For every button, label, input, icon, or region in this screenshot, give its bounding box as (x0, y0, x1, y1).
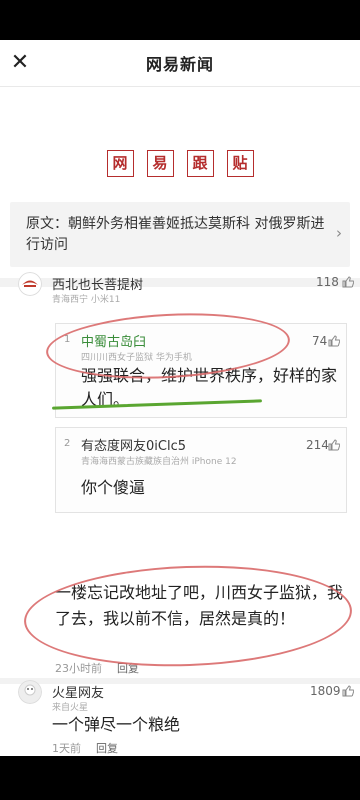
nested-like-count: 214 (306, 438, 329, 452)
user-location-device: 青海西宁 小米11 (52, 295, 121, 305)
comment: 火星网友 来自火星 1809 一个弹尽一个粮绝 1天前 回复 (0, 640, 360, 756)
top-nav: ✕ 网易新闻 (0, 40, 360, 87)
avatar[interactable] (18, 272, 42, 296)
thumb-up-icon[interactable] (342, 276, 354, 288)
thumb-up-icon[interactable] (328, 335, 340, 347)
close-icon[interactable]: ✕ (8, 51, 32, 75)
reply-button[interactable]: 回复 (96, 740, 118, 756)
nested-username[interactable]: 有态度网友0iClc5 (81, 435, 186, 454)
nested-like-count: 74 (312, 334, 328, 348)
nested-comment: 2 有态度网友0iClc5 青海海西蒙古族藏族自治州 iPhone 12 214… (55, 427, 347, 513)
original-article-title: 原文：朝鲜外务相崔善姬抵达莫斯科 对俄罗斯进行访问 (26, 216, 325, 253)
app-title: 网易新闻 (145, 55, 214, 74)
banner-char: 跟 (186, 150, 214, 177)
nested-location-device: 青海海西蒙古族藏族自治州 iPhone 12 (81, 457, 237, 467)
original-article-link[interactable]: 原文：朝鲜外务相崔善姬抵达莫斯科 对俄罗斯进行访问 › (10, 202, 350, 267)
nested-index: 2 (64, 438, 71, 449)
banner-char: 贴 (226, 150, 254, 177)
banner: 网 易 跟 贴 (0, 150, 360, 177)
chevron-right-icon: › (336, 224, 342, 242)
nested-comment-text: 你个傻逼 (81, 478, 146, 497)
comment-time: 1天前 (52, 742, 81, 755)
comment: 西北也长菩提树 青海西宁 小米11 118 1 中蜀古岛臼 四川川西女子监狱 华… (0, 272, 360, 675)
avatar[interactable] (18, 680, 42, 704)
thumb-up-icon[interactable] (328, 439, 340, 451)
user-location-device: 来自火星 (52, 703, 89, 713)
username[interactable]: 西北也长菩提树 (52, 274, 143, 293)
screen: ✕ 网易新闻 网 易 跟 贴 原文：朝鲜外务相崔善姬抵达莫斯科 对俄罗斯进行访问… (0, 40, 360, 756)
comment-text: 一个弹尽一个粮绝 (52, 715, 181, 734)
thumb-up-icon[interactable] (342, 685, 354, 697)
username[interactable]: 火星网友 (52, 682, 104, 701)
like-count: 1809 (310, 684, 341, 698)
like-count: 118 (316, 275, 339, 289)
banner-char: 网 (106, 150, 134, 177)
banner-char: 易 (146, 150, 174, 177)
